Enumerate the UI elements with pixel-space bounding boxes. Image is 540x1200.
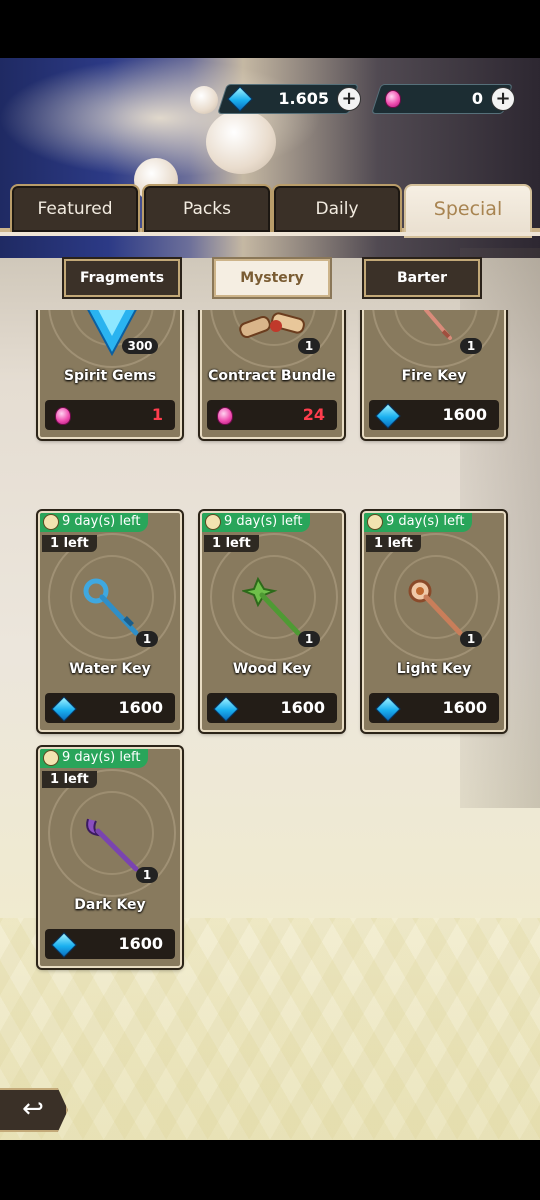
- back-button[interactable]: ↩: [0, 1088, 68, 1132]
- diamond-icon: [213, 696, 239, 722]
- shop-item-wood-key[interactable]: 9 day(s) left 1 left 1 Wood Key 1600: [200, 511, 344, 732]
- dark-key-icon: [86, 818, 139, 872]
- shop-screen: 1.605 + 0 + Featured Packs Daily Special…: [0, 58, 540, 1140]
- price-button[interactable]: 1600: [45, 693, 175, 723]
- timer-badge: 9 day(s) left: [202, 513, 311, 532]
- item-name: Spirit Gems: [63, 368, 157, 384]
- lamp-decoration: [190, 86, 218, 114]
- tab-special[interactable]: Special: [404, 184, 532, 238]
- stock-left-badge: 1 left: [366, 535, 421, 552]
- price-value: 1600: [442, 698, 487, 717]
- stock-left-badge: 1 left: [204, 535, 259, 552]
- shop-item-spirit-gems[interactable]: 300 Spirit Gems 1: [38, 310, 182, 439]
- item-quantity: 300: [122, 338, 158, 354]
- fire-key-icon: [424, 310, 452, 340]
- price-button[interactable]: 1600: [369, 400, 499, 430]
- hourglass-icon: [367, 514, 383, 530]
- item-name: Dark Key: [74, 897, 146, 913]
- item-name: Light Key: [396, 661, 472, 677]
- item-quantity: 1: [136, 631, 158, 647]
- item-quantity: 1: [460, 631, 482, 647]
- shop-item-water-key[interactable]: 9 day(s) left 1 left 1 Water Key 1600: [38, 511, 182, 732]
- item-name: Fire Key: [401, 368, 467, 384]
- price-value: 1600: [280, 698, 325, 717]
- price-value: 1: [151, 405, 163, 424]
- tab-daily[interactable]: Daily: [272, 184, 402, 234]
- item-name: Contract Bundle: [208, 368, 336, 384]
- price-value: 24: [302, 405, 325, 424]
- shop-item-contract-bundle[interactable]: 1 Contract Bundle 24: [200, 310, 344, 439]
- tab-packs[interactable]: Packs: [142, 184, 272, 234]
- price-value: 1600: [118, 934, 163, 953]
- price-button[interactable]: 1600: [45, 929, 175, 959]
- tab-featured[interactable]: Featured: [10, 184, 140, 234]
- shop-item-light-key[interactable]: 9 day(s) left 1 left 1 Light Key 1600: [362, 511, 506, 732]
- timer-text: 9 day(s) left: [62, 514, 141, 529]
- subtab-mystery[interactable]: Mystery: [214, 259, 330, 297]
- tab-underline: [0, 232, 540, 236]
- diamond-icon: [51, 932, 77, 958]
- hourglass-icon: [43, 750, 59, 766]
- stock-left-badge: 1 left: [42, 535, 97, 552]
- stock-left-badge: 1 left: [42, 771, 97, 788]
- pink-gem-amount: 0: [471, 89, 483, 108]
- pink-gem-icon: [385, 90, 401, 108]
- item-quantity: 1: [136, 867, 158, 883]
- price-button[interactable]: 24: [207, 400, 337, 430]
- shop-item-grid[interactable]: 300 Spirit Gems 1 1 Contract Bundle 24 1…: [0, 310, 540, 1140]
- diamond-amount: 1.605: [278, 89, 329, 108]
- timer-badge: 9 day(s) left: [40, 513, 149, 532]
- lamp-decoration: [206, 110, 276, 174]
- subtab-fragments[interactable]: Fragments: [64, 259, 180, 297]
- item-quantity: 1: [298, 631, 320, 647]
- diamond-currency: 1.605 +: [217, 84, 361, 114]
- water-key-icon: [83, 578, 139, 636]
- item-name: Water Key: [69, 661, 151, 677]
- item-quantity: 1: [298, 338, 320, 354]
- timer-badge: 9 day(s) left: [40, 749, 149, 768]
- price-button[interactable]: 1600: [207, 693, 337, 723]
- hourglass-icon: [205, 514, 221, 530]
- wood-key-icon: [242, 576, 301, 636]
- pink-gem-icon: [55, 407, 71, 425]
- timer-text: 9 day(s) left: [386, 514, 465, 529]
- back-arrow-icon: ↩: [22, 1094, 44, 1124]
- shop-item-fire-key[interactable]: 1 Fire Key 1600: [362, 310, 506, 439]
- shop-item-dark-key[interactable]: 9 day(s) left 1 left 1 Dark Key 1600: [38, 747, 182, 968]
- light-key-icon: [408, 579, 463, 636]
- hourglass-icon: [43, 514, 59, 530]
- pink-gem-icon: [217, 407, 233, 425]
- price-value: 1600: [442, 405, 487, 424]
- diamond-icon: [227, 86, 253, 112]
- add-pink-gems-button[interactable]: +: [491, 87, 515, 111]
- price-button[interactable]: 1600: [369, 693, 499, 723]
- timer-text: 9 day(s) left: [62, 750, 141, 765]
- diamond-icon: [51, 696, 77, 722]
- item-name: Wood Key: [232, 661, 312, 677]
- timer-badge: 9 day(s) left: [364, 513, 473, 532]
- price-value: 1600: [118, 698, 163, 717]
- diamond-icon: [375, 403, 401, 429]
- pink-gem-currency: 0 +: [371, 84, 515, 114]
- subtab-barter[interactable]: Barter: [364, 259, 480, 297]
- price-button[interactable]: 1: [45, 400, 175, 430]
- diamond-icon: [375, 696, 401, 722]
- timer-text: 9 day(s) left: [224, 514, 303, 529]
- item-quantity: 1: [460, 338, 482, 354]
- add-diamonds-button[interactable]: +: [337, 87, 361, 111]
